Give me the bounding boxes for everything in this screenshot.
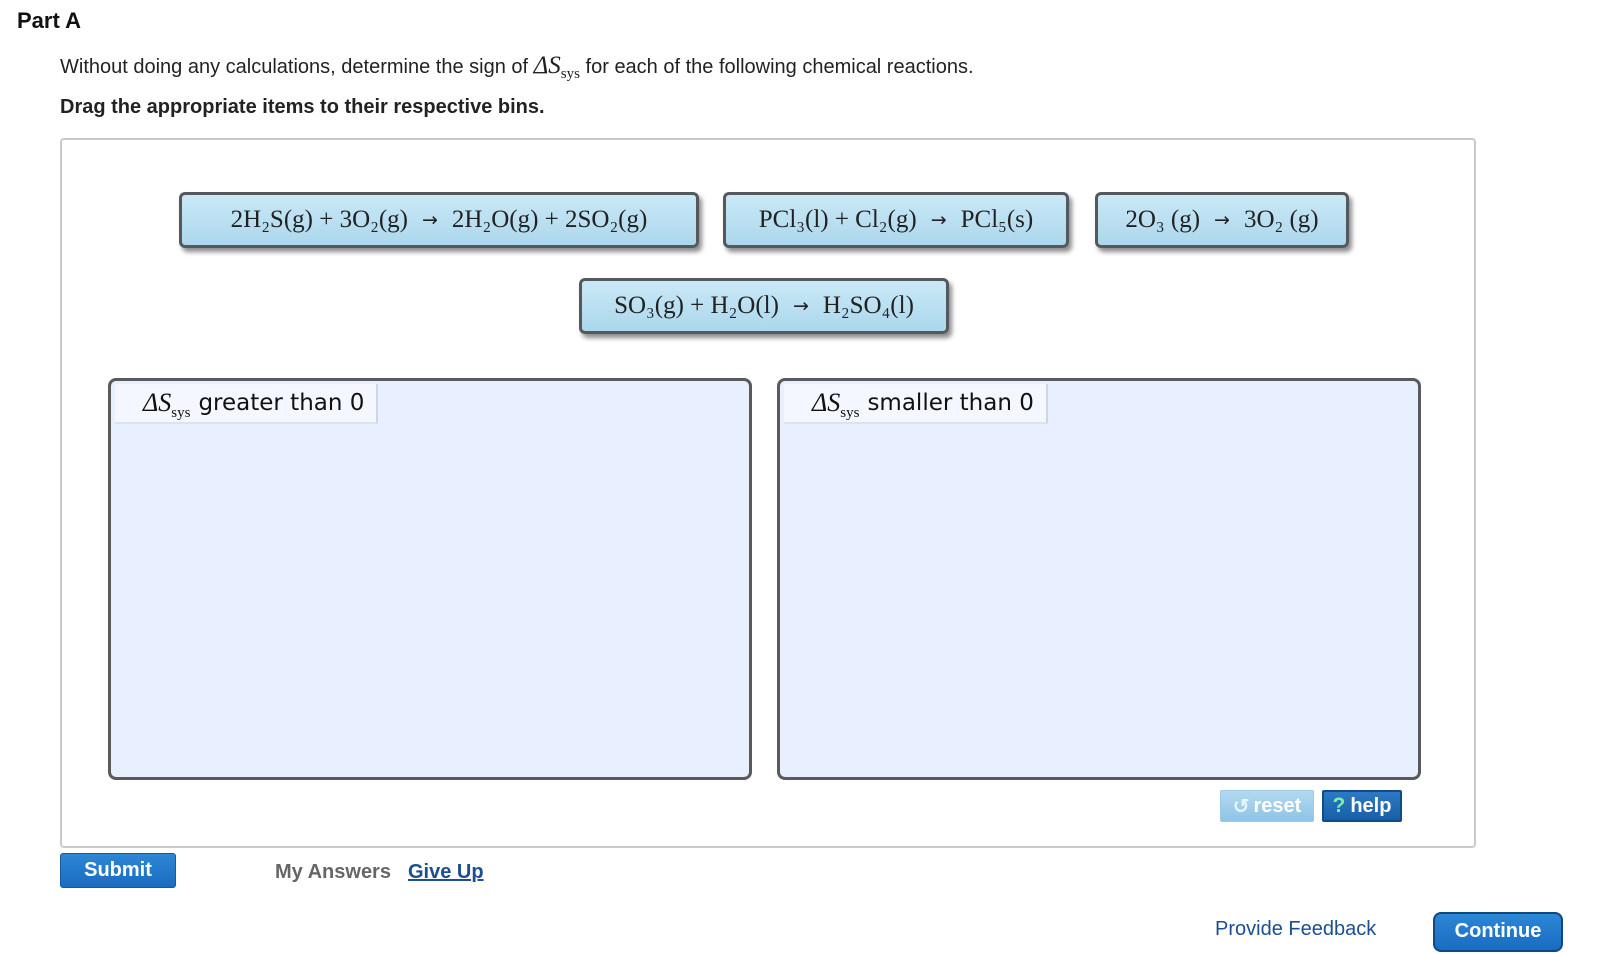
bin-label: ΔSsys greater than 0 bbox=[115, 384, 379, 424]
instruction-after: for each of the following chemical react… bbox=[579, 56, 974, 78]
reaction-lhs: SO₃(g) + H₂O(l) bbox=[614, 292, 779, 319]
bin-label-text: smaller than 0 bbox=[867, 390, 1034, 416]
reaction-rhs: 2H₂O(g) + 2SO₂(g) bbox=[451, 206, 648, 233]
drag-instruction: Drag the appropriate items to their resp… bbox=[60, 96, 545, 118]
reaction-tile-pcl3[interactable]: PCl₃(l) + Cl₂(g) → PCl₅(s) bbox=[723, 192, 1069, 248]
instruction-before: Without doing any calculations, determin… bbox=[60, 56, 534, 78]
bin-greater-than-zero[interactable]: ΔSsys greater than 0 bbox=[108, 378, 752, 780]
reset-icon: ↺ bbox=[1232, 795, 1250, 818]
help-label: help bbox=[1350, 794, 1392, 817]
help-icon: ? bbox=[1332, 794, 1346, 817]
submit-button[interactable]: Submit bbox=[60, 853, 176, 888]
help-button[interactable]: ? help bbox=[1322, 790, 1402, 822]
reset-button[interactable]: ↺ reset bbox=[1220, 790, 1314, 822]
reaction-lhs: 2O₃ (g) bbox=[1125, 206, 1201, 233]
reaction-lhs: PCl₃(l) + Cl₂(g) bbox=[758, 206, 917, 233]
delta-s-symbol: ΔSsys bbox=[533, 52, 580, 82]
reaction-tile-so3[interactable]: SO₃(g) + H₂O(l) → H₂SO₄(l) bbox=[579, 278, 949, 334]
reaction-arrow: → bbox=[792, 295, 809, 317]
reaction-tile-o3[interactable]: 2O₃ (g) → 3O₂ (g) bbox=[1095, 192, 1349, 248]
bin-label-text: greater than 0 bbox=[198, 390, 365, 416]
reaction-arrow: → bbox=[422, 209, 438, 231]
reset-label: reset bbox=[1253, 794, 1302, 817]
reaction-tile-h2s[interactable]: 2H₂S(g) + 3O₂(g) → 2H₂O(g) + 2SO₂(g) bbox=[179, 192, 699, 248]
bin-smaller-than-zero[interactable]: ΔSsys smaller than 0 bbox=[777, 378, 1421, 780]
reaction-lhs: 2H₂S(g) + 3O₂(g) bbox=[230, 206, 408, 233]
reaction-rhs: PCl₅(s) bbox=[960, 206, 1034, 233]
continue-button[interactable]: Continue bbox=[1433, 912, 1563, 952]
delta-s-symbol: ΔSsys bbox=[143, 388, 191, 421]
part-title: Part A bbox=[17, 8, 81, 33]
give-up-link[interactable]: Give Up bbox=[408, 861, 484, 884]
my-answers-link[interactable]: My Answers bbox=[275, 861, 391, 884]
reaction-arrow: → bbox=[930, 209, 947, 231]
reaction-rhs: H₂SO₄(l) bbox=[822, 292, 914, 319]
reaction-rhs: 3O₂ (g) bbox=[1243, 206, 1319, 233]
drag-drop-panel: 2H₂S(g) + 3O₂(g) → 2H₂O(g) + 2SO₂(g) PCl… bbox=[60, 138, 1476, 848]
reaction-arrow: → bbox=[1214, 209, 1230, 231]
bin-label: ΔSsys smaller than 0 bbox=[784, 384, 1048, 424]
provide-feedback-link[interactable]: Provide Feedback bbox=[1215, 918, 1376, 941]
delta-s-symbol: ΔSsys bbox=[812, 388, 860, 421]
instruction-text: Without doing any calculations, determin… bbox=[60, 52, 974, 82]
